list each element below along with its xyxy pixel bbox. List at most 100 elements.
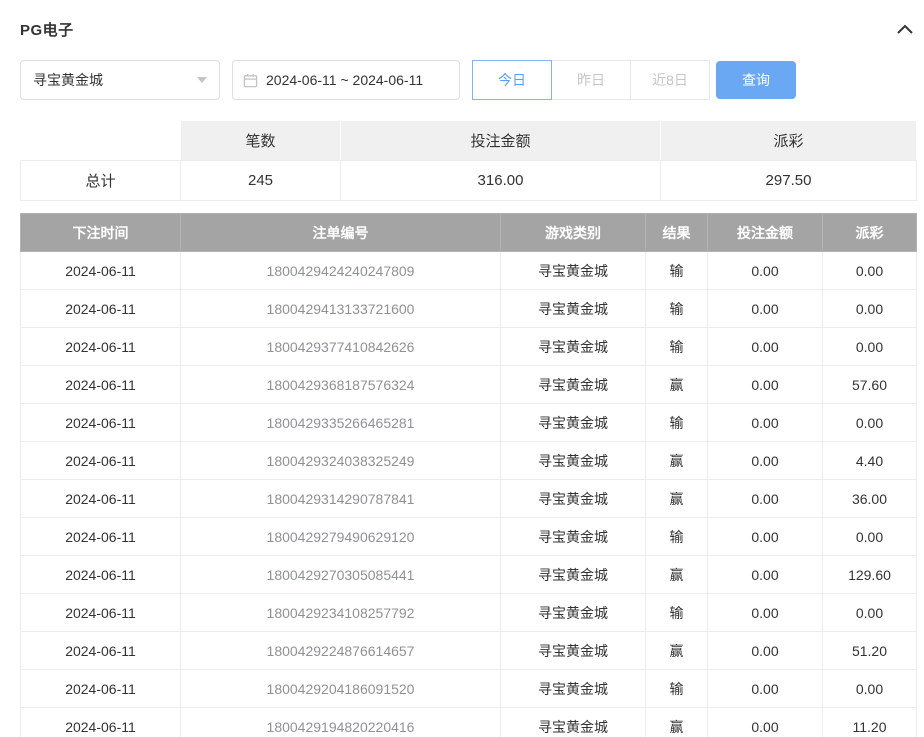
cell-bet-amount: 0.00 — [708, 518, 823, 556]
date-range-value: 2024-06-11 ~ 2024-06-11 — [266, 72, 423, 88]
cell-game-type: 寻宝黄金城 — [501, 480, 646, 518]
bet-table: 下注时间 注单编号 游戏类别 结果 投注金额 派彩 2024-06-111800… — [20, 213, 917, 737]
header-result: 结果 — [646, 214, 708, 252]
cell-result: 输 — [646, 594, 708, 632]
cell-bet-time: 2024-06-11 — [21, 594, 181, 632]
cell-bet-time: 2024-06-11 — [21, 670, 181, 708]
table-row: 2024-06-111800429224876614657寻宝黄金城赢0.005… — [21, 632, 917, 670]
summary-bet-amount-value: 316.00 — [341, 161, 661, 201]
summary-header-bet-amount: 投注金额 — [341, 121, 661, 161]
last-8-days-button[interactable]: 近8日 — [630, 60, 710, 100]
table-row: 2024-06-111800429194820220416寻宝黄金城赢0.001… — [21, 708, 917, 737]
cell-bet-amount: 0.00 — [708, 328, 823, 366]
summary-header-blank — [21, 121, 181, 161]
cell-payout: 57.60 — [823, 366, 917, 404]
cell-order-id: 1800429413133721600 — [181, 290, 501, 328]
cell-order-id: 1800429424240247809 — [181, 252, 501, 290]
cell-order-id: 1800429234108257792 — [181, 594, 501, 632]
cell-result: 输 — [646, 518, 708, 556]
cell-bet-amount: 0.00 — [708, 632, 823, 670]
cell-order-id: 1800429224876614657 — [181, 632, 501, 670]
cell-payout: 0.00 — [823, 328, 917, 366]
cell-bet-amount: 0.00 — [708, 594, 823, 632]
cell-order-id: 1800429368187576324 — [181, 366, 501, 404]
cell-bet-amount: 0.00 — [708, 670, 823, 708]
cell-result: 输 — [646, 404, 708, 442]
cell-order-id: 1800429324038325249 — [181, 442, 501, 480]
header-game-type: 游戏类别 — [501, 214, 646, 252]
header-bet-time: 下注时间 — [21, 214, 181, 252]
cell-result: 输 — [646, 328, 708, 366]
cell-bet-amount: 0.00 — [708, 404, 823, 442]
cell-payout: 51.20 — [823, 632, 917, 670]
cell-order-id: 1800429279490629120 — [181, 518, 501, 556]
cell-order-id: 1800429194820220416 — [181, 708, 501, 737]
cell-order-id: 1800429314290787841 — [181, 480, 501, 518]
cell-game-type: 寻宝黄金城 — [501, 670, 646, 708]
search-button[interactable]: 查询 — [716, 61, 796, 99]
bet-table-body: 2024-06-111800429424240247809寻宝黄金城输0.000… — [21, 252, 917, 737]
cell-bet-time: 2024-06-11 — [21, 404, 181, 442]
cell-order-id: 1800429377410842626 — [181, 328, 501, 366]
cell-bet-time: 2024-06-11 — [21, 556, 181, 594]
cell-result: 赢 — [646, 708, 708, 737]
cell-payout: 0.00 — [823, 404, 917, 442]
cell-result: 输 — [646, 670, 708, 708]
table-row: 2024-06-111800429324038325249寻宝黄金城赢0.004… — [21, 442, 917, 480]
cell-bet-amount: 0.00 — [708, 480, 823, 518]
summary-header-count: 笔数 — [181, 121, 341, 161]
cell-result: 赢 — [646, 632, 708, 670]
cell-payout: 36.00 — [823, 480, 917, 518]
collapse-panel-button[interactable] — [894, 18, 916, 40]
summary-count-value: 245 — [181, 161, 341, 201]
summary-total-row: 总计 245 316.00 297.50 — [21, 161, 917, 201]
game-select[interactable]: 寻宝黄金城 — [20, 60, 220, 100]
cell-result: 赢 — [646, 480, 708, 518]
cell-game-type: 寻宝黄金城 — [501, 556, 646, 594]
cell-payout: 0.00 — [823, 252, 917, 290]
table-row: 2024-06-111800429204186091520寻宝黄金城输0.000… — [21, 670, 917, 708]
header-bet-amount: 投注金额 — [708, 214, 823, 252]
cell-bet-time: 2024-06-11 — [21, 708, 181, 737]
yesterday-button[interactable]: 昨日 — [551, 60, 631, 100]
cell-order-id: 1800429335266465281 — [181, 404, 501, 442]
chevron-up-icon — [897, 24, 913, 34]
cell-bet-time: 2024-06-11 — [21, 366, 181, 404]
cell-bet-time: 2024-06-11 — [21, 290, 181, 328]
cell-result: 输 — [646, 252, 708, 290]
filter-row: 寻宝黄金城 2024-06-11 ~ 2024-06-11 今日 昨日 近8日 … — [20, 60, 916, 100]
today-button[interactable]: 今日 — [472, 60, 552, 100]
table-row: 2024-06-111800429368187576324寻宝黄金城赢0.005… — [21, 366, 917, 404]
cell-bet-amount: 0.00 — [708, 442, 823, 480]
cell-game-type: 寻宝黄金城 — [501, 404, 646, 442]
cell-bet-amount: 0.00 — [708, 252, 823, 290]
cell-bet-amount: 0.00 — [708, 708, 823, 737]
cell-bet-amount: 0.00 — [708, 556, 823, 594]
summary-header-payout: 派彩 — [661, 121, 917, 161]
game-select-value: 寻宝黄金城 — [33, 70, 103, 90]
header-payout: 派彩 — [823, 214, 917, 252]
chevron-down-icon — [197, 77, 207, 83]
cell-order-id: 1800429204186091520 — [181, 670, 501, 708]
cell-game-type: 寻宝黄金城 — [501, 632, 646, 670]
summary-header-row: 笔数 投注金额 派彩 — [21, 121, 917, 161]
calendar-icon — [243, 73, 258, 88]
cell-bet-time: 2024-06-11 — [21, 632, 181, 670]
date-range-input[interactable]: 2024-06-11 ~ 2024-06-11 — [232, 60, 460, 100]
table-row: 2024-06-111800429234108257792寻宝黄金城输0.000… — [21, 594, 917, 632]
cell-game-type: 寻宝黄金城 — [501, 442, 646, 480]
cell-payout: 11.20 — [823, 708, 917, 737]
cell-bet-time: 2024-06-11 — [21, 442, 181, 480]
cell-bet-amount: 0.00 — [708, 290, 823, 328]
bet-table-header-row: 下注时间 注单编号 游戏类别 结果 投注金额 派彩 — [21, 214, 917, 252]
cell-game-type: 寻宝黄金城 — [501, 328, 646, 366]
cell-result: 赢 — [646, 366, 708, 404]
cell-result: 赢 — [646, 442, 708, 480]
cell-bet-time: 2024-06-11 — [21, 252, 181, 290]
quick-range-group: 今日 昨日 近8日 — [472, 60, 710, 100]
summary-payout-value: 297.50 — [661, 161, 917, 201]
table-row: 2024-06-111800429424240247809寻宝黄金城输0.000… — [21, 252, 917, 290]
cell-game-type: 寻宝黄金城 — [501, 290, 646, 328]
panel-header: PG电子 — [20, 16, 916, 42]
cell-payout: 0.00 — [823, 670, 917, 708]
